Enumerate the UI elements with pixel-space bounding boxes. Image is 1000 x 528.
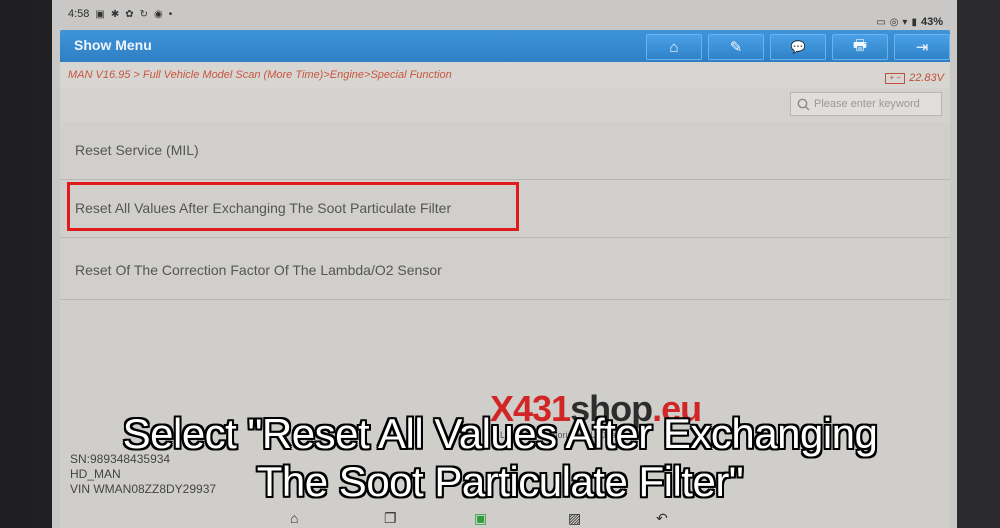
nav-recent-icon[interactable]: ❐: [384, 510, 397, 527]
gear-icon: ✱: [110, 8, 120, 20]
battery-icon: ▮: [911, 16, 917, 28]
exit-icon: ⇥: [915, 39, 929, 56]
search-input[interactable]: [814, 98, 934, 110]
selection-highlight: [67, 182, 519, 231]
record-icon: ◉: [154, 8, 163, 20]
print-button[interactable]: 🖶: [832, 34, 888, 60]
nav-back-icon[interactable]: ↶: [656, 510, 668, 527]
home-icon: ⌂: [669, 38, 679, 56]
home-button[interactable]: ⌂: [646, 34, 702, 60]
status-battery: 43%: [920, 16, 943, 28]
status-bar: 4:58 ▣ ✱ ✿ ↻ ◉ • ▭ ◎ ▾ ▮ 43%: [52, 0, 957, 30]
toolbar: ⌂ ✎ 💬 🖶 ⇥: [646, 34, 950, 60]
wifi-icon: ▾: [902, 16, 908, 28]
breadcrumb: MAN V16.95 > Full Vehicle Model Scan (Mo…: [68, 69, 452, 81]
search-row: [60, 88, 950, 122]
menu-item-reset-service[interactable]: Reset Service (MIL): [60, 122, 950, 180]
dot-icon: •: [168, 8, 173, 20]
app-header: Show Menu ⌂ ✎ 💬 🖶 ⇥: [60, 30, 950, 62]
page-title: Show Menu: [74, 37, 152, 53]
search-box[interactable]: [790, 92, 942, 116]
exit-button[interactable]: ⇥: [894, 34, 950, 60]
android-nav-bar: ⌂ ❐ ▣ ▨ ↶: [52, 508, 957, 528]
voltage-indicator: + − 22.83V: [885, 72, 944, 84]
nav-home-icon[interactable]: ⌂: [290, 510, 298, 526]
vci-icon[interactable]: ▣: [474, 510, 487, 527]
edit-button[interactable]: ✎: [708, 34, 764, 60]
menu-item-reset-lambda[interactable]: Reset Of The Correction Factor Of The La…: [60, 238, 950, 300]
edit-icon: ✎: [729, 39, 743, 56]
chat-button[interactable]: 💬: [770, 34, 826, 60]
menu-item-label: Reset Service (MIL): [75, 142, 199, 158]
eye-icon: ◎: [889, 16, 899, 28]
sync-icon: ↻: [139, 8, 149, 20]
chat-icon: 💬: [790, 40, 806, 54]
car-battery-icon: + −: [885, 72, 906, 84]
voltage-value: 22.83V: [909, 72, 944, 84]
search-icon: [797, 98, 810, 110]
menu-item-label: Reset Of The Correction Factor Of The La…: [75, 262, 442, 278]
print-icon: 🖶: [852, 36, 868, 54]
caption-line-2: The Soot Particulate Filter": [256, 458, 744, 505]
caption-line-1: Select "Reset All Values After Exchangin…: [122, 410, 878, 457]
settings-icon: ✿: [125, 8, 134, 20]
cast-icon: ▭: [876, 16, 886, 28]
image-icon: ▣: [95, 8, 105, 20]
status-time: 4:58: [68, 8, 90, 20]
nav-gallery-icon[interactable]: ▨: [568, 510, 581, 527]
breadcrumb-bar: MAN V16.95 > Full Vehicle Model Scan (Mo…: [60, 62, 950, 88]
